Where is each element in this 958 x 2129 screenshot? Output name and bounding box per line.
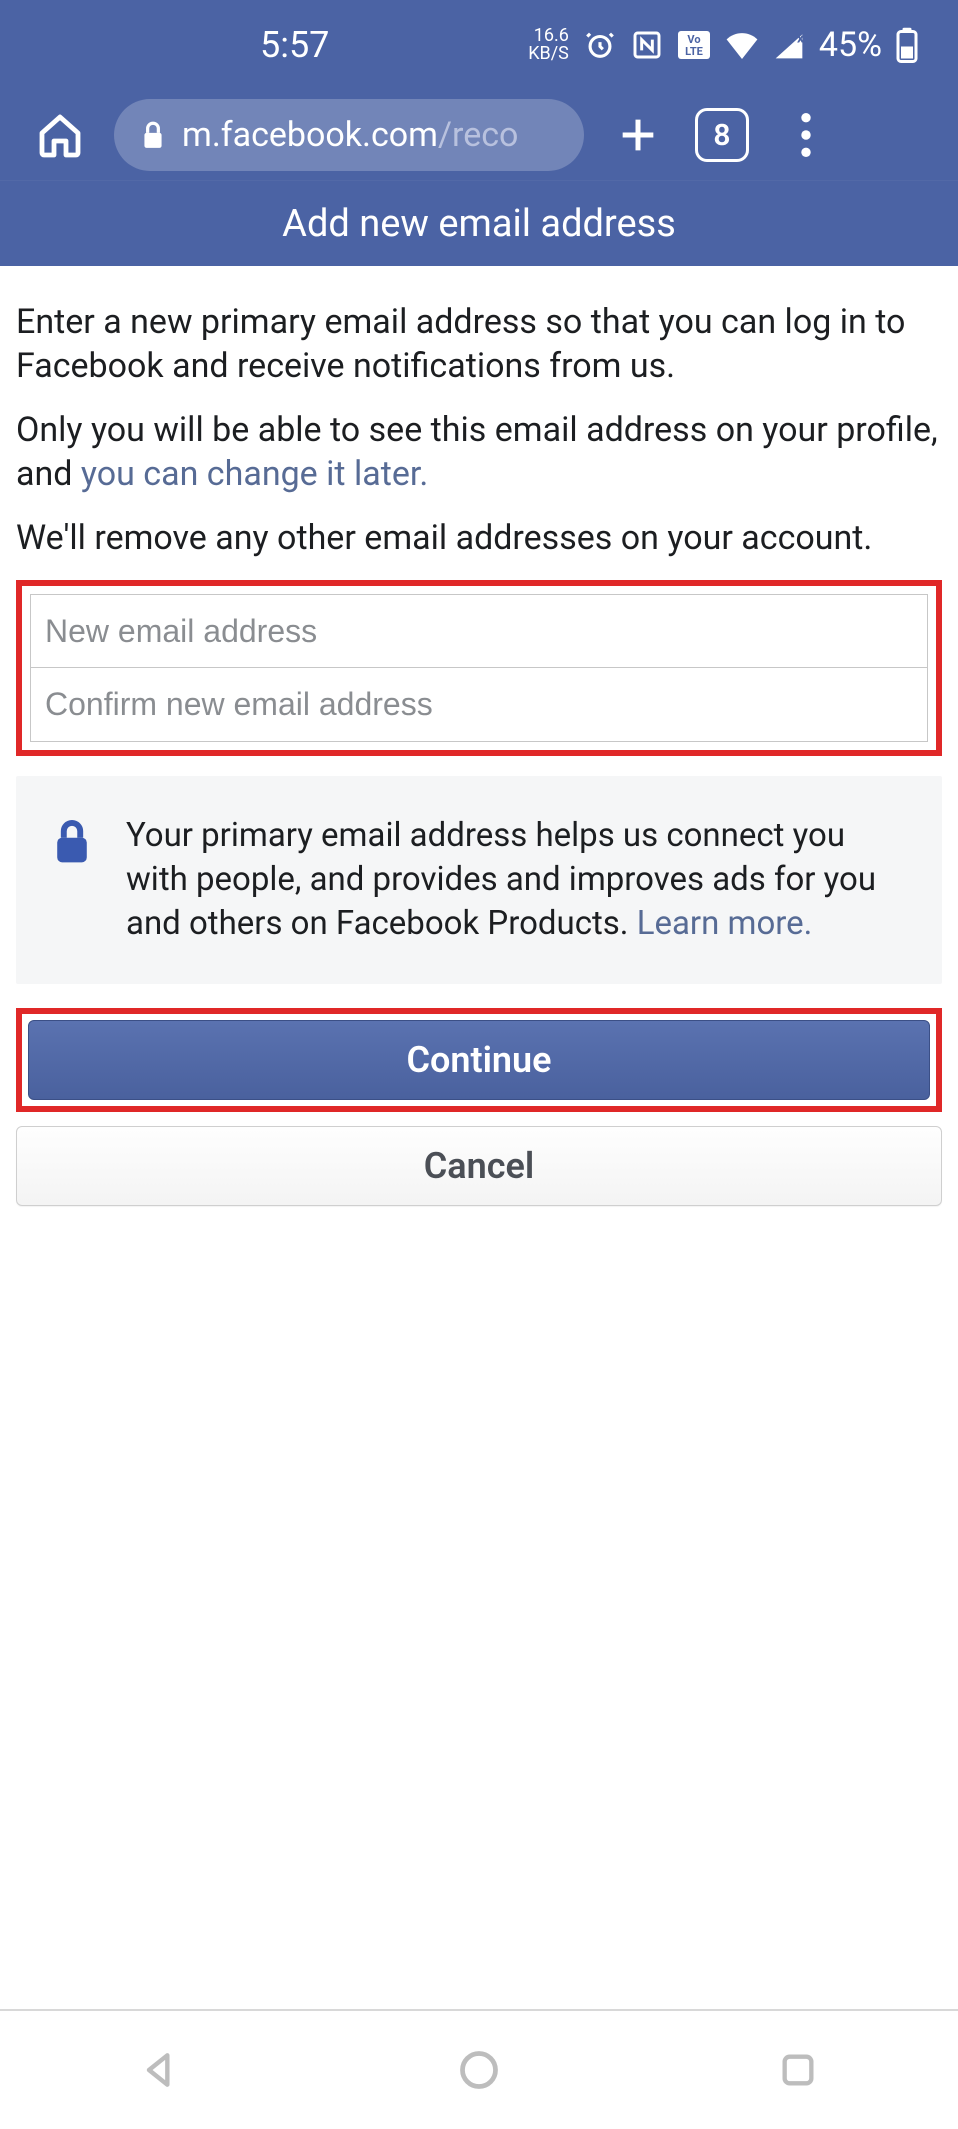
svg-text:LTE: LTE — [685, 45, 703, 58]
continue-button[interactable]: Continue — [28, 1020, 930, 1100]
wifi-icon — [725, 31, 759, 59]
page-title: Add new email address — [0, 180, 958, 266]
android-status-bar: 5:57 16.6 KB/S VoLTE x 45% — [0, 0, 958, 90]
network-speed: 16.6 KB/S — [528, 27, 569, 63]
learn-more-link[interactable]: Learn more. — [637, 904, 813, 943]
new-email-input[interactable] — [30, 594, 928, 668]
visibility-text: Only you will be able to see this email … — [16, 408, 942, 496]
nav-recents-button[interactable] — [763, 2035, 833, 2105]
cancel-button[interactable]: Cancel — [16, 1126, 942, 1206]
nfc-icon — [631, 29, 663, 61]
removal-note: We'll remove any other email addresses o… — [16, 516, 942, 560]
battery-icon — [896, 27, 918, 63]
lock-icon — [140, 120, 166, 150]
status-time: 5:57 — [260, 24, 329, 66]
info-text: Your primary email address helps us conn… — [126, 814, 906, 946]
page-content: Enter a new primary email address so tha… — [0, 266, 958, 1206]
browser-toolbar: m.facebook.com/reco 8 — [0, 90, 958, 180]
url-bar[interactable]: m.facebook.com/reco — [114, 99, 584, 171]
cellular-signal-icon: x — [773, 31, 805, 59]
battery-percent: 45% — [819, 25, 882, 65]
alarm-icon — [583, 28, 617, 62]
intro-text: Enter a new primary email address so tha… — [16, 300, 942, 388]
continue-highlight: Continue — [16, 1008, 942, 1112]
browser-menu-button[interactable] — [776, 105, 836, 165]
tabs-button[interactable]: 8 — [692, 105, 752, 165]
email-input-group — [16, 580, 942, 756]
svg-text:x: x — [797, 31, 804, 46]
url-text: m.facebook.com/reco — [182, 115, 518, 155]
nav-home-button[interactable] — [444, 2035, 514, 2105]
lock-icon — [52, 818, 92, 946]
info-box: Your primary email address helps us conn… — [16, 776, 942, 984]
confirm-email-input[interactable] — [30, 668, 928, 742]
android-nav-bar — [0, 2009, 958, 2129]
nav-back-button[interactable] — [125, 2035, 195, 2105]
change-later-link[interactable]: you can change it later. — [81, 454, 428, 494]
volte-icon: VoLTE — [677, 30, 711, 60]
browser-home-button[interactable] — [30, 105, 90, 165]
new-tab-button[interactable] — [608, 105, 668, 165]
